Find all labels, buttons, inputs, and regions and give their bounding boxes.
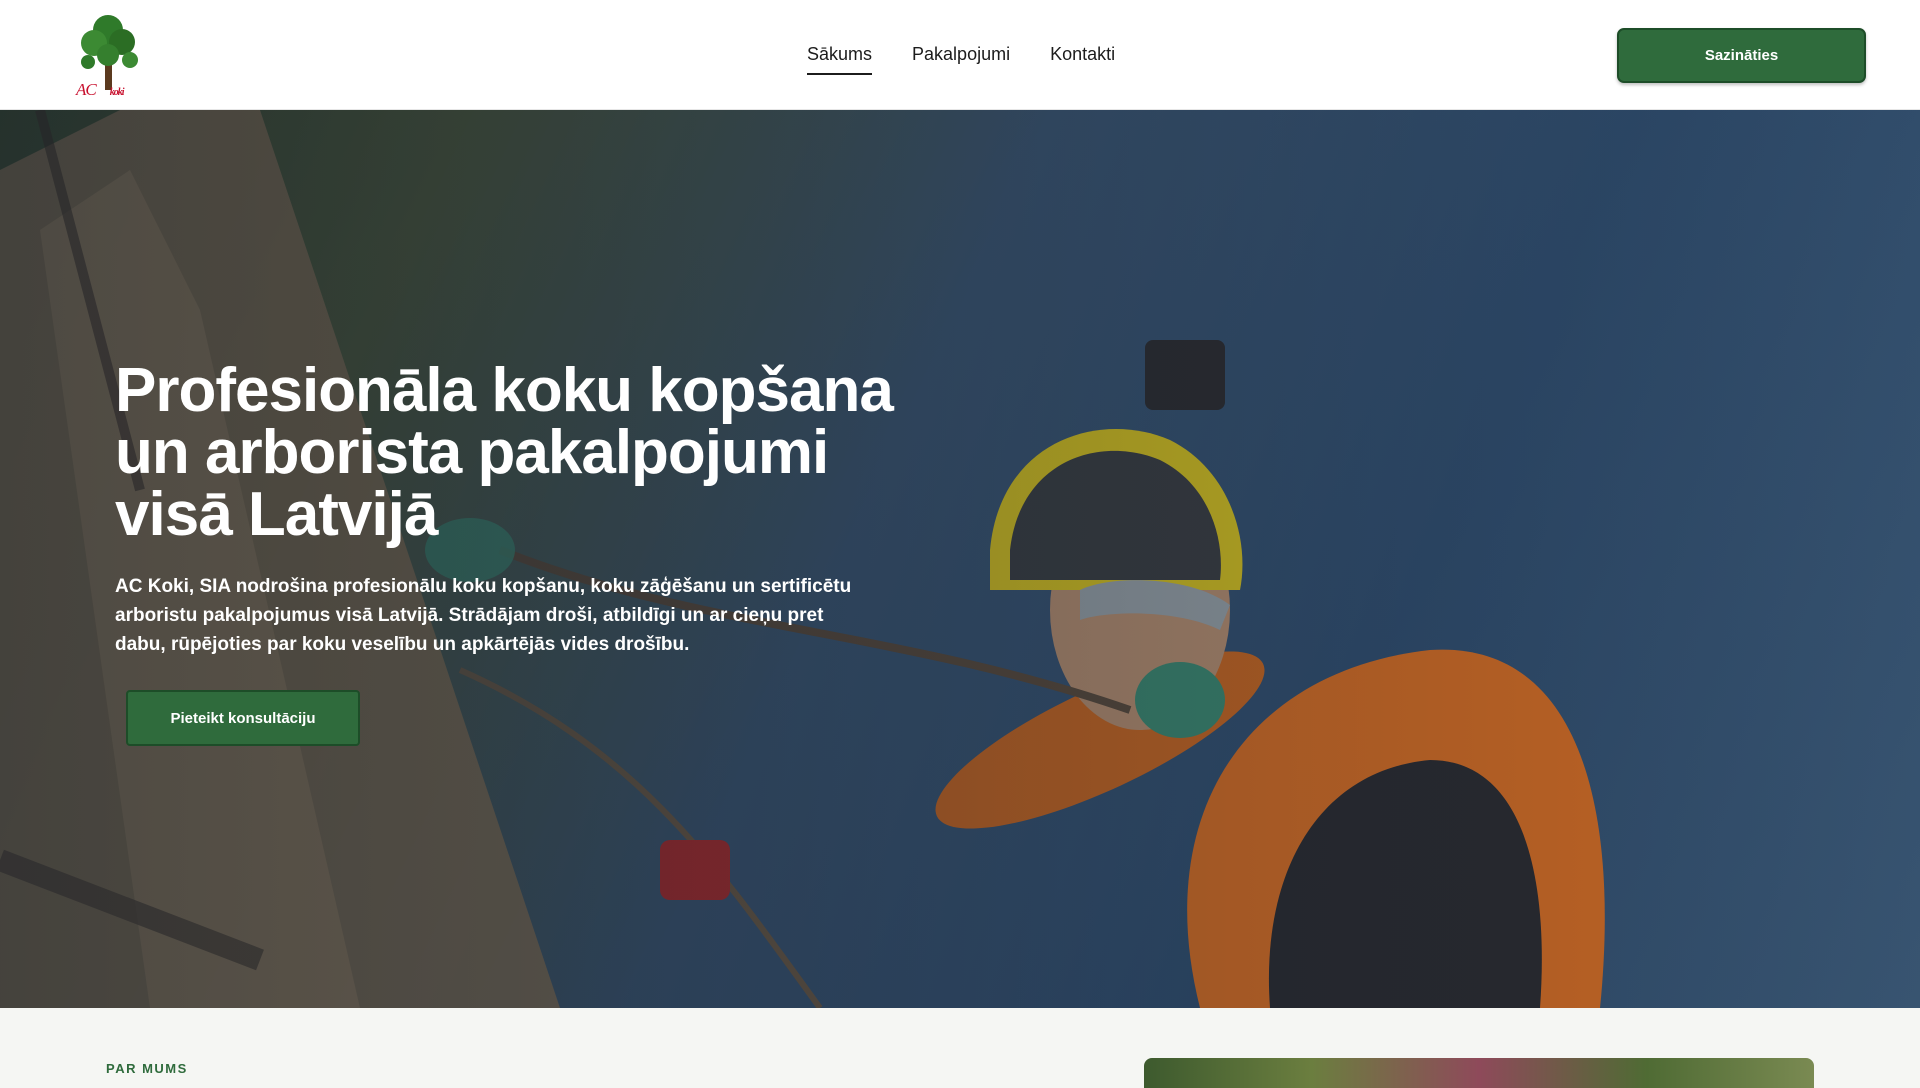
nav-item-pakalpojumi[interactable]: Pakalpojumi xyxy=(912,44,1010,75)
nav-item-kontakti[interactable]: Kontakti xyxy=(1050,44,1115,75)
about-image xyxy=(1144,1058,1814,1088)
nav-item-sakums[interactable]: Sākums xyxy=(807,44,873,75)
consultation-button[interactable]: Pieteikt konsultāciju xyxy=(126,690,360,746)
hero-description: AC Koki, SIA nodrošina profesionālu koku… xyxy=(115,576,852,655)
logo-wordmark: AC koki xyxy=(76,80,125,99)
site-header: AC koki Sākums Pakalpojumi Kontakti Sazin… xyxy=(0,0,1920,110)
hero-title: Profesionāla koku kopšana un arborista p… xyxy=(115,356,894,549)
hero-section: Profesionāla koku kopšana un arborista p… xyxy=(0,110,1920,1008)
hero-overlay xyxy=(0,110,1920,1008)
about-section-label: PAR MUMS xyxy=(106,1061,188,1076)
site-logo[interactable]: AC koki xyxy=(72,10,148,100)
contact-button[interactable]: Sazināties xyxy=(1617,28,1866,83)
main-nav: Sākums Pakalpojumi Kontakti xyxy=(807,44,1115,75)
